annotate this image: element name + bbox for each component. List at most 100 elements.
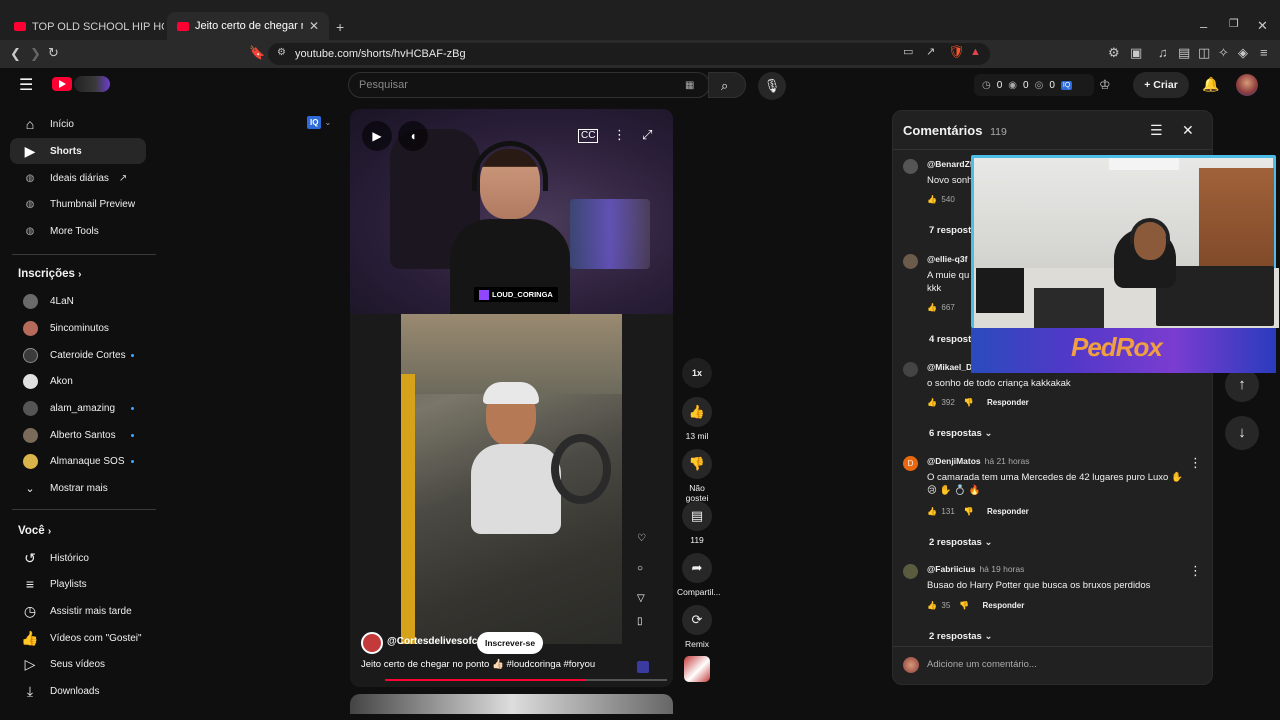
avatar[interactable]: [903, 362, 918, 377]
previous-short-button[interactable]: ↑: [1225, 368, 1259, 402]
reply-button[interactable]: Responder: [983, 601, 1025, 610]
video-caption[interactable]: Jeito certo de chegar no ponto 👍🏻 #loudc…: [361, 659, 595, 670]
next-short-button[interactable]: ↓: [1225, 416, 1259, 450]
sidebar-item-your-videos[interactable]: ▷ Seus vídeos: [10, 651, 146, 677]
dislike-button[interactable]: 👎 Não gostei: [677, 449, 717, 503]
sidebar-sub-akon[interactable]: Akon: [10, 368, 146, 394]
iq-badge-icon[interactable]: IQ: [1060, 80, 1073, 90]
share-button[interactable]: ➦ Compartil...: [677, 553, 720, 597]
like-icon[interactable]: 👍: [927, 507, 937, 516]
remix-button[interactable]: ⟳ Remix: [677, 605, 717, 649]
browser-tab-2[interactable]: Jeito certo de chegar no ponto ✕: [167, 12, 329, 40]
rewards-icon[interactable]: ▲: [970, 47, 981, 58]
back-icon[interactable]: ❮: [10, 47, 21, 60]
sidebar-item-liked[interactable]: 👍 Vídeos com "Gostei": [10, 625, 146, 651]
sidebar-item-historico[interactable]: ↺ Histórico: [10, 545, 146, 571]
like-icon[interactable]: 👍: [927, 195, 937, 204]
subscriptions-heading[interactable]: Inscrições ›: [18, 268, 81, 280]
sidebar-sub-alam[interactable]: alam_amazing: [10, 395, 146, 421]
leo-icon[interactable]: ✧: [1218, 46, 1229, 59]
volume-button[interactable]: ◖: [398, 121, 428, 151]
close-tab-icon[interactable]: ✕: [303, 19, 319, 33]
browser-tab-1[interactable]: TOP OLD SCHOOL HIP HOP 🔥 50 Co: [4, 12, 164, 40]
forward-icon[interactable]: ❯: [30, 47, 41, 60]
keyboard-icon[interactable]: ▦: [685, 81, 694, 91]
next-short-preview[interactable]: [350, 694, 673, 714]
you-heading[interactable]: Você ›: [18, 525, 51, 537]
close-icon[interactable]: ✕: [1182, 123, 1194, 137]
comment-author[interactable]: @Mikael_D: [927, 362, 972, 372]
dislike-icon[interactable]: 👎: [964, 507, 974, 516]
sidebar-sub-4lan[interactable]: 4LaN: [10, 288, 146, 314]
sidebar-toggle-icon[interactable]: ▣: [1130, 46, 1142, 59]
sidebar-item-playlists[interactable]: ≡ Playlists: [10, 571, 146, 597]
sidebar-sub-cateroide[interactable]: Cateroide Cortes: [10, 342, 146, 368]
like-button[interactable]: 👍 13 mil: [677, 397, 717, 441]
bookmark-icon[interactable]: 🔖: [249, 46, 265, 59]
dislike-icon[interactable]: 👎: [959, 601, 969, 610]
speed-button[interactable]: 1x: [677, 358, 717, 392]
show-more-button[interactable]: ⌄ Mostrar mais: [10, 475, 146, 501]
url-field[interactable]: ⚙ youtube.com/shorts/hvHCBAF-zBg: [268, 43, 990, 65]
subscribe-button[interactable]: Inscrever-se: [477, 632, 544, 654]
media-icon[interactable]: ♫: [1158, 46, 1168, 59]
music-icon[interactable]: [637, 661, 649, 673]
sort-icon[interactable]: ☰: [1150, 123, 1163, 137]
replies-toggle[interactable]: 2 respostas ⌄: [929, 631, 992, 642]
audio-thumbnail[interactable]: [684, 656, 710, 682]
replies-toggle[interactable]: 4 respost: [929, 334, 971, 345]
play-button[interactable]: ▶: [362, 121, 392, 151]
like-icon[interactable]: 👍: [927, 601, 937, 610]
like-icon[interactable]: 👍: [927, 303, 937, 312]
restore-icon[interactable]: ❐: [1229, 19, 1239, 30]
install-icon[interactable]: ▭: [903, 47, 913, 58]
comment-author[interactable]: @ellie-q3f: [927, 254, 967, 264]
sidebar-sub-alberto[interactable]: Alberto Santos: [10, 422, 146, 448]
avatar[interactable]: D: [903, 456, 918, 471]
replies-toggle[interactable]: 2 respostas ⌄: [929, 537, 992, 548]
sidebar-item-inicio[interactable]: ⌂ Início: [10, 111, 146, 137]
captions-icon[interactable]: CC: [578, 129, 599, 143]
create-button[interactable]: + Criar: [1133, 72, 1189, 98]
minimize-icon[interactable]: –: [1200, 20, 1207, 33]
avatar[interactable]: [1236, 74, 1258, 96]
sidebar-item-shorts[interactable]: ▶ Shorts: [10, 138, 146, 164]
avatar[interactable]: [903, 254, 918, 269]
sidebar-item-downloads[interactable]: ⤓ Downloads: [10, 678, 146, 704]
comment-author[interactable]: @BenardZf: [927, 159, 973, 169]
vpn-icon[interactable]: ◈: [1238, 46, 1248, 59]
add-comment-input[interactable]: Adicione um comentário...: [927, 659, 1037, 670]
share-icon[interactable]: ↗: [926, 47, 935, 58]
sidebar-item-ideias[interactable]: ◍ Ideais diárias ↗: [10, 165, 146, 191]
comments-button[interactable]: ▤ 119: [677, 501, 717, 545]
shorts-player[interactable]: LOUD_CORINGA ▶ ◖ CC ⋮ ⤢ ♡ ○ ▽ ▯ @Cortesd…: [350, 109, 673, 687]
sidebar-sub-almanaque[interactable]: Almanaque SOS: [10, 448, 146, 474]
channel-avatar[interactable]: [361, 632, 383, 654]
close-window-icon[interactable]: ✕: [1257, 19, 1268, 32]
channel-name[interactable]: @Cortesdelivesofc1: [387, 636, 483, 647]
voice-search-button[interactable]: 🎙: [758, 72, 786, 100]
more-options-icon[interactable]: ⋮: [613, 128, 626, 141]
more-options-icon[interactable]: ⋮: [1189, 456, 1202, 469]
notifications-bell-icon[interactable]: 🔔: [1202, 77, 1219, 91]
sidebar-item-watch-later[interactable]: ◷ Assistir mais tarde: [10, 598, 146, 624]
trophy-icon[interactable]: ♔: [1099, 78, 1111, 91]
comment-author[interactable]: @DenjiMatos há 21 horas: [927, 456, 1030, 466]
new-tab-icon[interactable]: +: [336, 20, 344, 34]
reply-button[interactable]: Responder: [987, 507, 1029, 516]
avatar[interactable]: [903, 564, 918, 579]
menu-icon[interactable]: ≡: [1260, 46, 1268, 59]
extensions-icon[interactable]: ⚙: [1108, 46, 1120, 59]
replies-toggle[interactable]: 6 respostas ⌄: [929, 428, 992, 439]
sidebar-item-more-tools[interactable]: ◍ More Tools: [10, 218, 146, 244]
sidebar-item-thumbnail[interactable]: ◍ Thumbnail Preview: [10, 191, 146, 217]
reading-icon[interactable]: ▤: [1178, 46, 1190, 59]
like-icon[interactable]: 👍: [927, 398, 937, 407]
search-input[interactable]: Pesquisar ▦: [348, 72, 710, 98]
fullscreen-icon[interactable]: ⤢: [642, 128, 652, 141]
site-info-icon[interactable]: ⚙: [277, 48, 286, 58]
reload-icon[interactable]: ↻: [48, 46, 59, 59]
avatar[interactable]: [903, 159, 918, 174]
search-button[interactable]: ⌕: [708, 72, 746, 98]
iq-extension-badge[interactable]: IQ ⌄: [307, 116, 331, 129]
